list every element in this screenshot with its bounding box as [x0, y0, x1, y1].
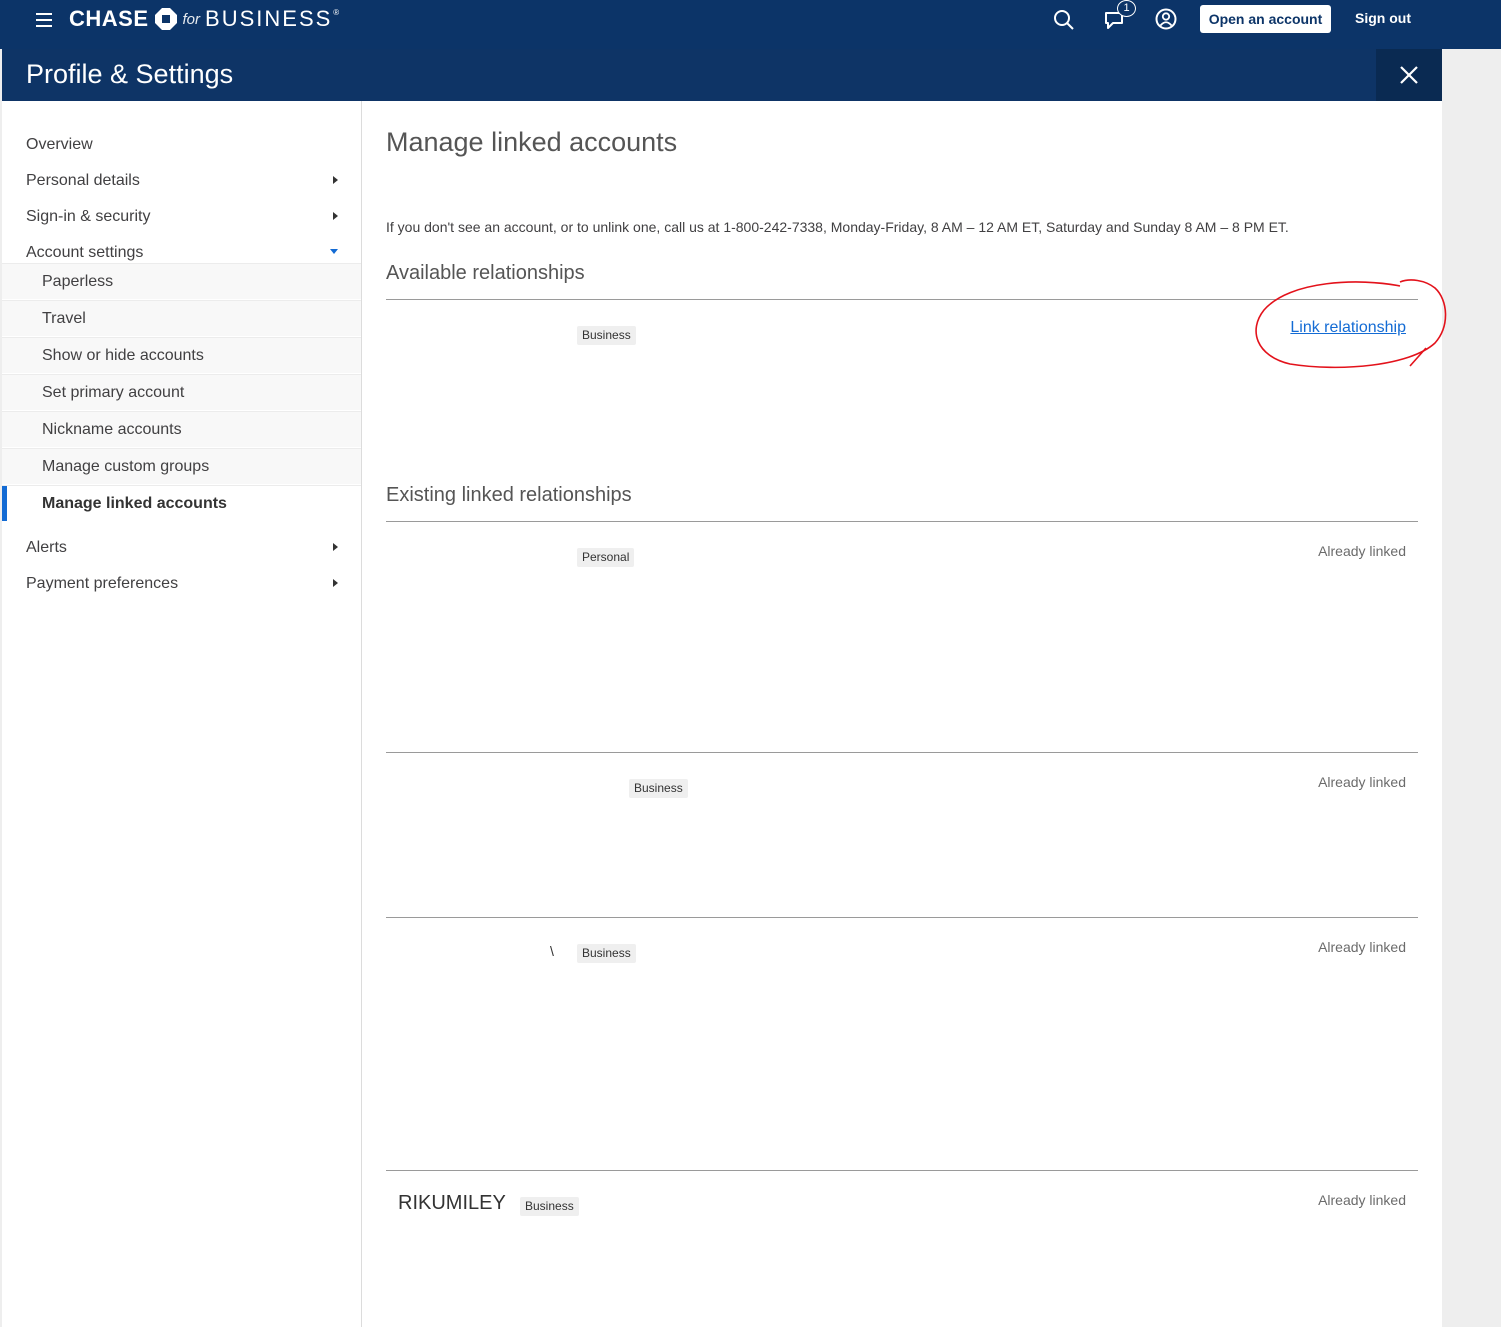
- brand-business: BUSINESS: [205, 6, 333, 31]
- sidebar-item-label: Overview: [26, 136, 93, 153]
- sidebar-item-overview[interactable]: Overview: [2, 119, 361, 155]
- brand-chase: CHASE: [69, 6, 149, 31]
- existing-relationships-heading: Existing linked relationships: [386, 484, 632, 506]
- sidebar-item-alerts[interactable]: Alerts: [2, 522, 361, 558]
- already-linked-status: Already linked: [1318, 774, 1406, 790]
- already-linked-status: Already linked: [1318, 543, 1406, 559]
- sidebar-subitem-label: Show or hide accounts: [42, 346, 204, 364]
- profile-settings-titlebar: Profile & Settings: [2, 49, 1442, 101]
- available-relationships-heading: Available relationships: [386, 262, 585, 284]
- sidebar-item-personal-details[interactable]: Personal details: [2, 155, 361, 191]
- sidebar-subitem-set-primary-account[interactable]: Set primary account: [2, 374, 361, 410]
- sidebar-item-label: Payment preferences: [26, 575, 179, 592]
- annotation-circle: [1255, 279, 1447, 369]
- relationship-type-badge: Business: [520, 1197, 579, 1216]
- sidebar-item-sign-in-security[interactable]: Sign-in & security: [2, 191, 361, 227]
- sidebar-subitem-label: Manage linked accounts: [42, 494, 227, 512]
- already-linked-status: Already linked: [1318, 1192, 1406, 1208]
- sidebar-subitem-nickname-accounts[interactable]: Nickname accounts: [2, 411, 361, 447]
- settings-sidebar: Overview Personal details Sign-in & secu…: [2, 101, 362, 1327]
- sidebar-subitem-manage-custom-groups[interactable]: Manage custom groups: [2, 448, 361, 484]
- menu-icon[interactable]: [36, 13, 52, 27]
- relationship-type-badge: Business: [577, 944, 636, 963]
- sidebar-subitem-manage-linked-accounts[interactable]: Manage linked accounts: [2, 485, 361, 521]
- sidebar-subitem-label: Manage custom groups: [42, 457, 210, 475]
- divider: [386, 1170, 1418, 1171]
- sidebar-item-payment-preferences[interactable]: Payment preferences: [2, 558, 361, 594]
- already-linked-status: Already linked: [1318, 939, 1406, 955]
- sidebar-subitem-travel[interactable]: Travel: [2, 300, 361, 336]
- relationship-type-badge: Business: [629, 779, 688, 798]
- caret-right-icon: [333, 543, 338, 552]
- profile-icon[interactable]: [1153, 6, 1179, 32]
- page-background-gutter: [1442, 49, 1501, 1327]
- close-button[interactable]: [1376, 49, 1442, 101]
- sidebar-item-label: Alerts: [26, 539, 67, 556]
- sidebar-subitem-label: Set primary account: [42, 383, 185, 401]
- sidebar-subitem-show-hide-accounts[interactable]: Show or hide accounts: [2, 337, 361, 373]
- relationship-type-badge: Business: [577, 326, 636, 345]
- sidebar-item-label: Personal details: [26, 172, 140, 189]
- brand-for: for: [182, 10, 201, 28]
- sidebar-item-label: Sign-in & security: [26, 208, 151, 225]
- top-navigation-bar: CHASE for BUSINESS ® 1 Open an account S…: [0, 0, 1501, 49]
- sidebar-item-label: Account settings: [26, 244, 144, 261]
- sidebar-subitem-label: Travel: [42, 309, 86, 327]
- open-account-button[interactable]: Open an account: [1200, 5, 1331, 33]
- brand-registered-mark: ®: [333, 7, 340, 17]
- section-title: Manage linked accounts: [386, 127, 678, 157]
- chase-octagon-logo: [154, 8, 177, 30]
- search-icon[interactable]: [1051, 6, 1077, 32]
- contact-info-text: If you don't see an account, or to unlin…: [386, 219, 1289, 235]
- caret-right-icon: [333, 212, 338, 221]
- account-name: RIKUMILEY: [398, 1192, 506, 1214]
- sidebar-subitem-paperless[interactable]: Paperless: [2, 263, 361, 299]
- relationship-type-badge: Personal: [577, 548, 635, 567]
- account-name-fragment: \: [550, 943, 554, 959]
- caret-right-icon: [333, 176, 338, 185]
- sidebar-subitem-label: Paperless: [42, 272, 114, 290]
- caret-down-icon: [330, 249, 338, 255]
- chase-for-business-logo[interactable]: CHASE for BUSINESS ®: [69, 5, 339, 33]
- notification-count-badge[interactable]: 1: [1117, 0, 1136, 17]
- caret-right-icon: [333, 579, 338, 588]
- divider: [386, 917, 1418, 918]
- sidebar-item-account-settings[interactable]: Account settings: [2, 227, 361, 263]
- close-icon: [1400, 66, 1418, 84]
- sidebar-subitem-label: Nickname accounts: [42, 420, 182, 438]
- page-title: Profile & Settings: [26, 59, 234, 89]
- divider: [386, 752, 1418, 753]
- divider: [386, 521, 1418, 522]
- sign-out-link[interactable]: Sign out: [1355, 10, 1411, 26]
